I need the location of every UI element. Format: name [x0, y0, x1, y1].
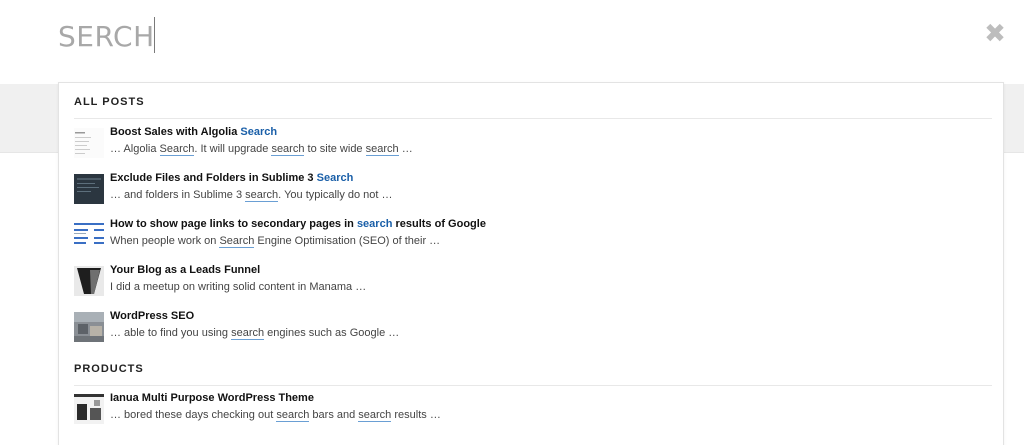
result-snippet: … able to find you using search engines … [110, 327, 400, 340]
matched-term: search [358, 409, 392, 422]
theme-thumbnail-icon [74, 394, 104, 424]
text-fragment: WordPress SEO [110, 310, 195, 322]
text-fragment: When people work on [110, 235, 220, 247]
results-dropdown: ALL POSTS Boost Sales with Algolia Searc… [58, 82, 1004, 445]
result-title: Boost Sales with Algolia Search [110, 126, 277, 138]
editor-thumbnail-icon [74, 174, 104, 204]
text-fragment: Boost Sales with Algolia [110, 126, 241, 138]
text-fragment: to site wide [304, 143, 366, 155]
highlighted-term: Search [240, 126, 278, 138]
result-title: Ianua Multi Purpose WordPress Theme [110, 392, 314, 404]
search-bar: ✖ [0, 0, 1024, 72]
text-fragment: Exclude Files and Folders in Sublime 3 [110, 172, 317, 184]
highlighted-term: search [356, 218, 393, 230]
text-fragment: … bored these days checking out [110, 409, 277, 421]
result-title: WordPress SEO [110, 310, 194, 322]
result-item[interactable]: Exclude Files and Folders in Sublime 3 S… [74, 172, 992, 212]
text-fragment: Engine Optimisation (SEO) of their … [254, 235, 441, 247]
result-item[interactable]: Ianua Multi Purpose WordPress Theme … bo… [74, 392, 992, 432]
photo-thumbnail-icon [74, 312, 104, 342]
result-snippet: … and folders in Sublime 3 search. You t… [110, 189, 393, 202]
result-title: Exclude Files and Folders in Sublime 3 S… [110, 172, 353, 184]
matched-term: search [245, 189, 279, 202]
close-icon[interactable]: ✖ [982, 20, 1008, 46]
text-caret [154, 17, 155, 53]
funnel-thumbnail-icon [74, 266, 104, 296]
result-item[interactable]: WordPress SEO … able to find you using s… [74, 310, 992, 350]
doc-thumbnail-icon [74, 128, 104, 158]
text-fragment: … [398, 143, 413, 155]
result-title: Your Blog as a Leads Funnel [110, 264, 260, 276]
matched-term: Search [219, 235, 255, 248]
text-fragment: … able to find you using [110, 327, 232, 339]
result-snippet: When people work on Search Engine Optimi… [110, 235, 441, 248]
text-fragment: . It will upgrade [194, 143, 272, 155]
text-fragment: . You typically do not … [278, 189, 393, 201]
result-snippet: … Algolia Search. It will upgrade search… [110, 143, 413, 156]
text-fragment: … Algolia [110, 143, 160, 155]
text-fragment: results … [391, 409, 441, 421]
result-item[interactable]: How to show page links to secondary page… [74, 218, 992, 258]
serp-thumbnail-icon [74, 220, 104, 250]
text-fragment: How to show page links to secondary page… [110, 218, 357, 230]
text-fragment: results of Google [392, 218, 486, 230]
text-fragment: Ianua Multi Purpose WordPress Theme [110, 392, 314, 404]
result-title: How to show page links to secondary page… [110, 218, 486, 230]
text-fragment: Your Blog as a Leads Funnel [110, 264, 261, 276]
matched-term: search [231, 327, 265, 340]
result-snippet: I did a meetup on writing solid content … [110, 281, 366, 293]
matched-term: Search [159, 143, 195, 156]
highlighted-term: Search [316, 172, 354, 184]
text-fragment: bars and [309, 409, 359, 421]
matched-term: search [271, 143, 305, 156]
text-fragment: engines such as Google … [264, 327, 400, 339]
result-item[interactable]: Boost Sales with Algolia Search … Algoli… [74, 126, 992, 166]
matched-term: search [276, 409, 310, 422]
section-divider [74, 385, 992, 386]
search-overlay: ✖ ALL POSTS Boost Sales with Algolia Sea… [0, 0, 1024, 445]
result-snippet: … bored these days checking out search b… [110, 409, 441, 422]
section-divider [74, 118, 992, 119]
section-header-all-posts: ALL POSTS [74, 96, 145, 108]
text-fragment: … and folders in Sublime 3 [110, 189, 246, 201]
matched-term: search [365, 143, 399, 156]
section-header-products: PRODUCTS [74, 363, 144, 375]
search-input[interactable] [58, 14, 938, 58]
result-item[interactable]: Your Blog as a Leads Funnel I did a meet… [74, 264, 992, 304]
text-fragment: I did a meetup on writing solid content … [110, 281, 367, 293]
